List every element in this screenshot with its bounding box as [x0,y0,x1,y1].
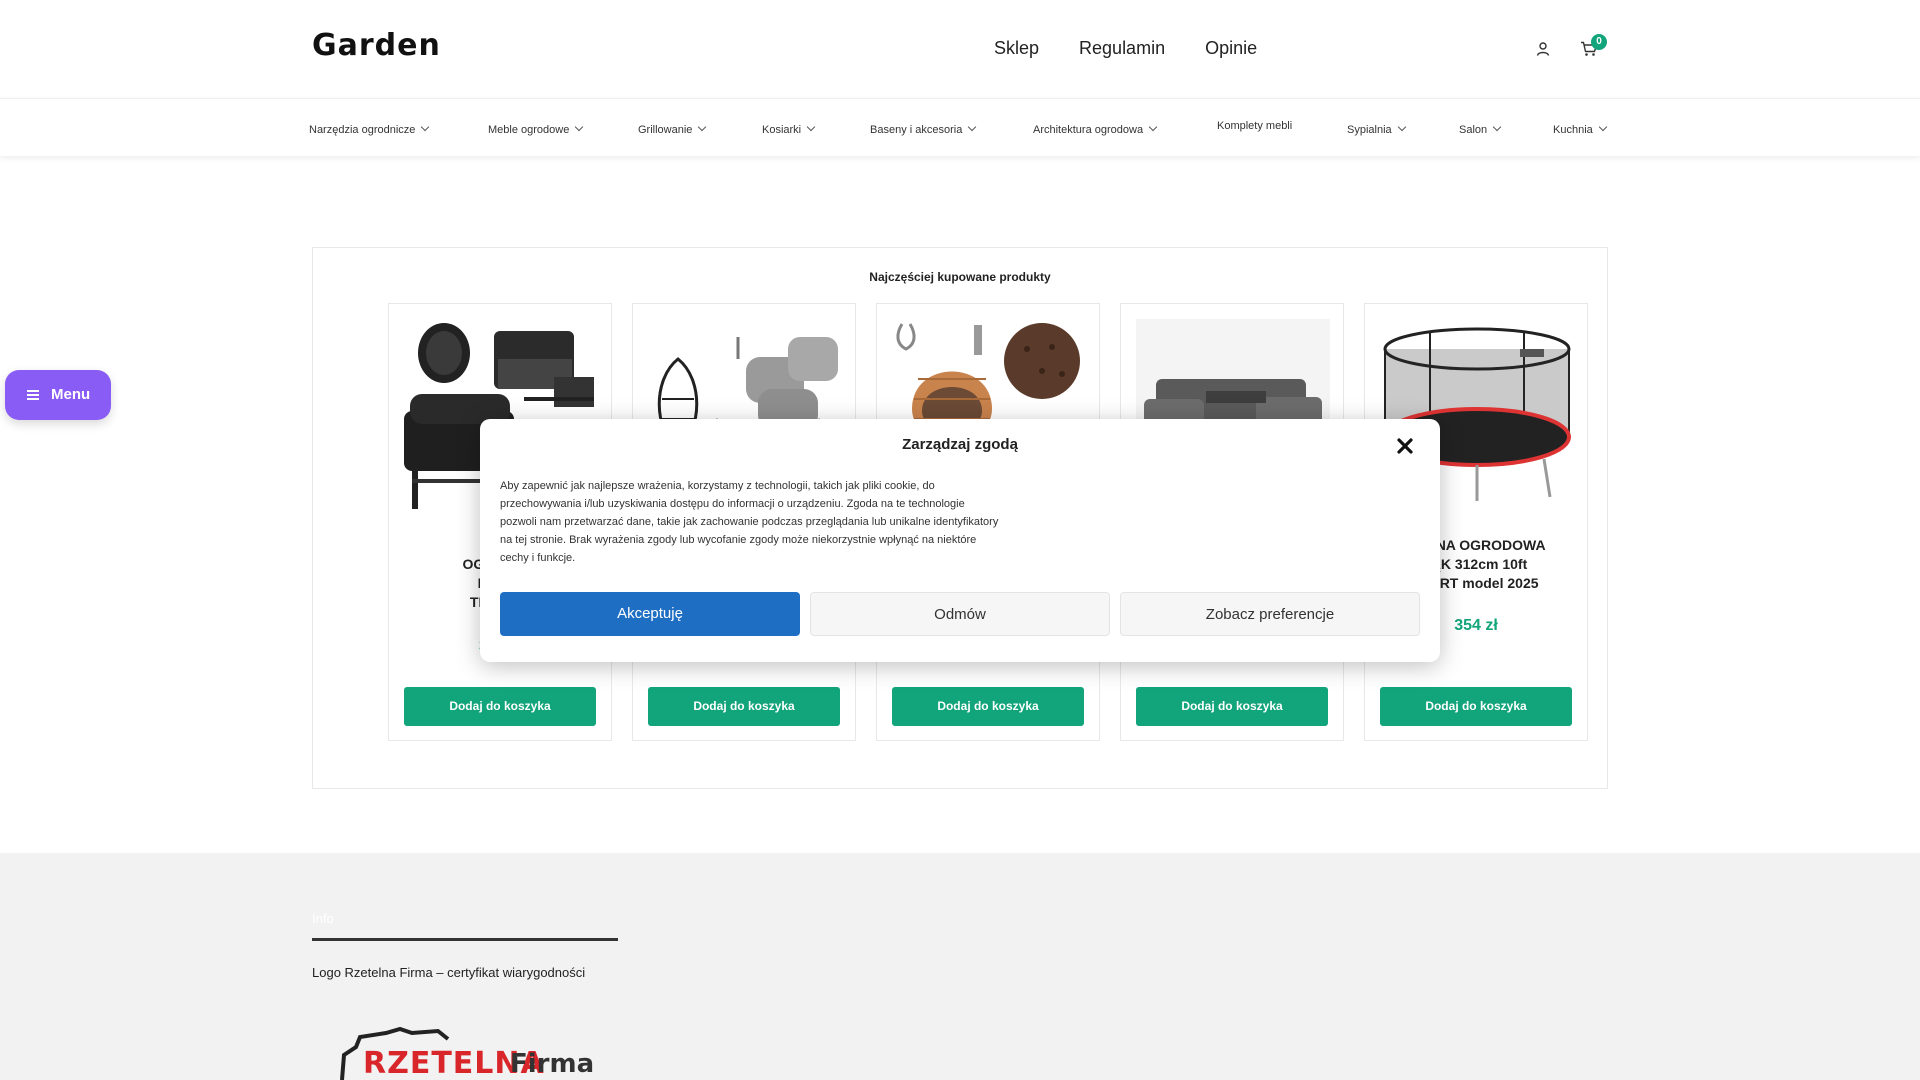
nav-sklep[interactable]: Sklep [994,38,1039,59]
chevron-down-icon [1148,122,1158,132]
site-header: Garden Sklep Regulamin Opinie 0 [0,0,1920,98]
firma-text: Firma [510,1049,595,1079]
category-label: Kuchnia [1553,124,1593,136]
add-to-cart-button[interactable]: Dodaj do koszyka [648,687,840,726]
category-bar: Narzędzia ogrodnicze Meble ogrodowe Gril… [0,98,1920,156]
user-icon[interactable] [1535,41,1551,57]
add-to-cart-button[interactable]: Dodaj do koszyka [1136,687,1328,726]
close-icon[interactable] [1395,436,1415,456]
consent-text: Aby zapewnić jak najlepsze wrażenia, kor… [500,480,999,564]
category-architektura-ogrodowa[interactable]: Architektura ogrodowa [1033,122,1158,136]
category-kuchnia[interactable]: Kuchnia [1553,122,1608,136]
category-label: Grillowanie [638,124,693,136]
top-nav: Sklep Regulamin Opinie [994,38,1257,59]
category-label: Salon [1459,124,1488,136]
add-to-cart-button[interactable]: Dodaj do koszyka [892,687,1084,726]
nav-opinie[interactable]: Opinie [1205,38,1257,59]
hamburger-icon [27,390,39,400]
category-komplety-mebli[interactable]: Komplety mebli [1217,120,1292,132]
accept-button[interactable]: Akceptuję [500,592,800,636]
category-salon[interactable]: Salon [1459,122,1502,136]
footer-divider [312,938,618,941]
site-logo[interactable]: Garden [312,28,441,63]
footer-heading: Info [312,911,334,926]
add-to-cart-button[interactable]: Dodaj do koszyka [1380,687,1572,726]
category-label: Sypialnia [1347,124,1392,136]
menu-button[interactable]: Menu [5,370,111,420]
category-label: Architektura ogrodowa [1033,124,1144,136]
category-narzedzia-ogrodnicze[interactable]: Narzędzia ogrodnicze [309,122,430,136]
chevron-down-icon [575,122,584,132]
deny-button[interactable]: Odmów [810,592,1110,636]
chevron-down-icon [1598,122,1608,132]
chevron-down-icon [421,122,430,132]
nav-regulamin[interactable]: Regulamin [1079,38,1165,59]
category-label: Meble ogrodowe [488,124,570,136]
add-to-cart-button[interactable]: Dodaj do koszyka [404,687,596,726]
category-label: Komplety mebli [1217,120,1293,132]
view-preferences-button[interactable]: Zobacz preferencje [1120,592,1420,636]
category-grillowanie[interactable]: Grillowanie [638,122,707,136]
cookie-consent-dialog: Zarządzaj zgodą Aby zapewnić jak najleps… [480,419,1440,662]
cart-count-badge: 0 [1591,34,1607,50]
chevron-down-icon [698,122,707,132]
category-baseny-i-akcesoria[interactable]: Baseny i akcesoria [870,122,977,136]
menu-button-label: Menu [51,386,91,403]
footer-certificate-text: Logo Rzetelna Firma – certyfikat wiarygo… [312,965,586,980]
category-meble-ogrodowe[interactable]: Meble ogrodowe [488,122,584,136]
chevron-down-icon [968,122,977,132]
chevron-down-icon [1492,122,1502,132]
chevron-down-icon [806,122,816,132]
category-label: Baseny i akcesoria [870,124,963,136]
category-label: Kosiarki [762,124,802,136]
chevron-down-icon [1397,122,1406,132]
site-footer: Info Logo Rzetelna Firma – certyfikat wi… [0,853,1920,1080]
section-title: Najczęściej kupowane produkty [869,270,1051,284]
category-sypialnia[interactable]: Sypialnia [1347,122,1406,136]
category-label: Narzędzia ogrodnicze [309,124,416,136]
consent-title: Zarządzaj zgodą [902,436,1018,453]
rzetelna-firma-logo[interactable]: RZETELNA Firma [338,1025,598,1080]
category-kosiarki[interactable]: Kosiarki [762,122,816,136]
